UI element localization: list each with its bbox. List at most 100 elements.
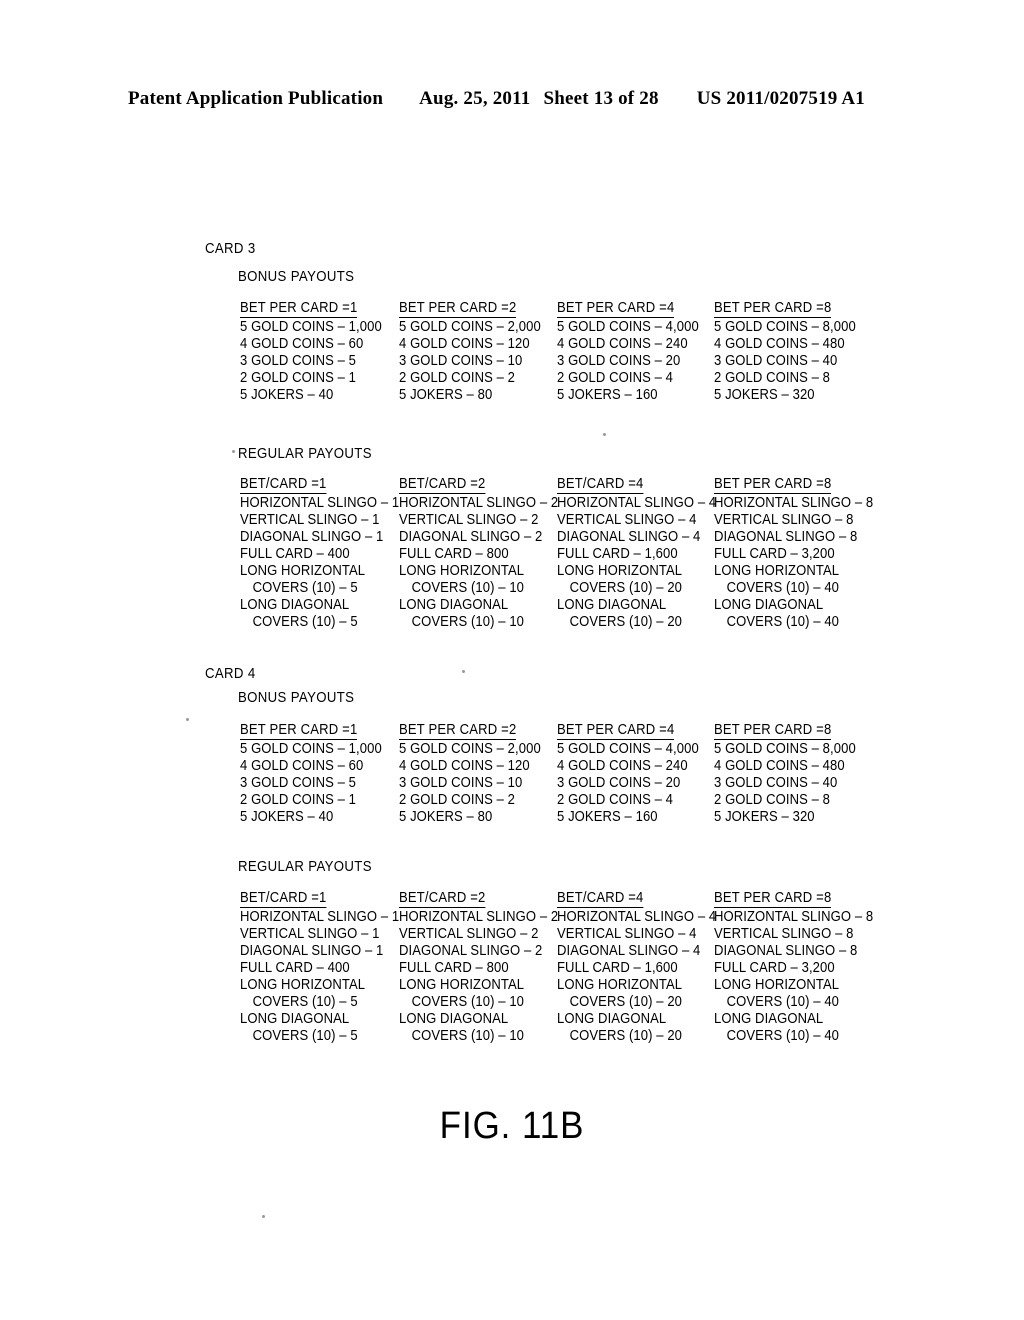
payout-row: VERTICAL SLINGO – 8 bbox=[714, 926, 854, 942]
payout-row: LONG HORIZONTAL bbox=[399, 977, 525, 993]
payout-row: 5 GOLD COINS – 1,000 bbox=[240, 319, 382, 335]
payout-row: DIAGONAL SLINGO – 1 bbox=[240, 943, 384, 959]
column-header: BET PER CARD =8 bbox=[714, 476, 832, 494]
payout-row: 4 GOLD COINS – 120 bbox=[399, 758, 530, 774]
payout-row: 4 GOLD COINS – 480 bbox=[714, 758, 845, 774]
payout-row: 4 GOLD COINS – 120 bbox=[399, 336, 530, 352]
payout-row: VERTICAL SLINGO – 2 bbox=[399, 926, 539, 942]
payout-row: LONG DIAGONAL bbox=[240, 597, 350, 613]
column-header: BET PER CARD =4 bbox=[557, 722, 675, 740]
column-header: BET/CARD =2 bbox=[399, 476, 486, 494]
card-title: CARD 4 bbox=[205, 665, 256, 682]
payout-row: 5 GOLD COINS – 4,000 bbox=[557, 741, 699, 757]
payout-row: VERTICAL SLINGO – 1 bbox=[240, 926, 380, 942]
payout-row: FULL CARD – 1,600 bbox=[557, 546, 678, 562]
paytable-column: BET PER CARD =1 5 GOLD COINS – 1,000 4 G… bbox=[240, 722, 398, 826]
scan-speckle bbox=[232, 450, 235, 453]
payout-row: 3 GOLD COINS – 5 bbox=[240, 353, 357, 369]
payout-row: VERTICAL SLINGO – 4 bbox=[557, 926, 697, 942]
payout-row: 2 GOLD COINS – 8 bbox=[714, 792, 831, 808]
card-title: CARD 3 bbox=[205, 240, 256, 257]
paytable-column: BET/CARD =4 HORIZONTAL SLINGO – 4 VERTIC… bbox=[557, 890, 734, 1045]
payout-row: HORIZONTAL SLINGO – 1 bbox=[240, 495, 400, 511]
payout-row: 4 GOLD COINS – 60 bbox=[240, 758, 364, 774]
payout-row: HORIZONTAL SLINGO – 4 bbox=[557, 909, 717, 925]
paytable-column: BET PER CARD =1 5 GOLD COINS – 1,000 4 G… bbox=[240, 300, 398, 404]
payout-row: LONG DIAGONAL bbox=[399, 597, 509, 613]
payout-row: 3 GOLD COINS – 5 bbox=[240, 775, 357, 791]
payout-row: HORIZONTAL SLINGO – 2 bbox=[399, 495, 559, 511]
column-header: BET/CARD =4 bbox=[557, 890, 644, 908]
payout-row: 2 GOLD COINS – 2 bbox=[399, 792, 516, 808]
payout-row: DIAGONAL SLINGO – 8 bbox=[714, 529, 858, 545]
payout-row: COVERS (10) – 5 bbox=[252, 580, 358, 596]
column-header: BET/CARD =1 bbox=[240, 890, 327, 908]
paytable-column: BET PER CARD =2 5 GOLD COINS – 2,000 4 G… bbox=[399, 300, 557, 404]
payout-row: FULL CARD – 800 bbox=[399, 546, 509, 562]
payout-row: 2 GOLD COINS – 4 bbox=[557, 370, 674, 386]
payout-row: VERTICAL SLINGO – 4 bbox=[557, 512, 697, 528]
payout-row: 3 GOLD COINS – 10 bbox=[399, 353, 523, 369]
payout-row: COVERS (10) – 5 bbox=[252, 994, 358, 1010]
payout-row: 3 GOLD COINS – 40 bbox=[714, 775, 838, 791]
payout-row: COVERS (10) – 10 bbox=[411, 580, 525, 596]
payout-row: DIAGONAL SLINGO – 1 bbox=[240, 529, 384, 545]
payout-row: 5 GOLD COINS – 2,000 bbox=[399, 741, 541, 757]
scan-speckle bbox=[603, 433, 606, 436]
payout-row: FULL CARD – 1,600 bbox=[557, 960, 678, 976]
payout-row: LONG DIAGONAL bbox=[714, 1011, 824, 1027]
payout-row: LONG HORIZONTAL bbox=[240, 563, 366, 579]
payout-row: VERTICAL SLINGO – 1 bbox=[240, 512, 380, 528]
payout-row: 5 JOKERS – 160 bbox=[557, 809, 658, 825]
payout-row: 5 JOKERS – 320 bbox=[714, 809, 815, 825]
payout-row: 5 JOKERS – 40 bbox=[240, 387, 334, 403]
payout-row: LONG DIAGONAL bbox=[557, 1011, 667, 1027]
payout-row: 2 GOLD COINS – 1 bbox=[240, 792, 357, 808]
payout-row: COVERS (10) – 40 bbox=[726, 994, 840, 1010]
payout-row: LONG HORIZONTAL bbox=[557, 563, 683, 579]
payout-row: FULL CARD – 3,200 bbox=[714, 960, 835, 976]
section-title-regular-payouts: REGULAR PAYOUTS bbox=[238, 445, 372, 462]
payout-row: COVERS (10) – 40 bbox=[726, 614, 840, 630]
payout-row: LONG DIAGONAL bbox=[240, 1011, 350, 1027]
payout-row: HORIZONTAL SLINGO – 8 bbox=[714, 495, 874, 511]
payout-row: LONG DIAGONAL bbox=[557, 597, 667, 613]
payout-row: LONG HORIZONTAL bbox=[714, 977, 840, 993]
payout-row: 4 GOLD COINS – 60 bbox=[240, 336, 364, 352]
payout-row: HORIZONTAL SLINGO – 8 bbox=[714, 909, 874, 925]
column-header: BET PER CARD =2 bbox=[399, 722, 517, 740]
paytable-column: BET/CARD =1 HORIZONTAL SLINGO – 1 VERTIC… bbox=[240, 890, 417, 1045]
payout-row: VERTICAL SLINGO – 8 bbox=[714, 512, 854, 528]
payout-row: 4 GOLD COINS – 480 bbox=[714, 336, 845, 352]
figure-caption: FIG. 11B bbox=[439, 1105, 585, 1147]
column-header: BET/CARD =4 bbox=[557, 476, 644, 494]
payout-row: 5 JOKERS – 80 bbox=[399, 387, 493, 403]
column-header: BET PER CARD =4 bbox=[557, 300, 675, 318]
paytable-column: BET/CARD =2 HORIZONTAL SLINGO – 2 VERTIC… bbox=[399, 476, 576, 631]
payout-row: DIAGONAL SLINGO – 8 bbox=[714, 943, 858, 959]
payout-row: 5 JOKERS – 80 bbox=[399, 809, 493, 825]
paytable-column: BET PER CARD =8 5 GOLD COINS – 8,000 4 G… bbox=[714, 722, 872, 826]
payout-row: DIAGONAL SLINGO – 4 bbox=[557, 529, 701, 545]
section-title-bonus-payouts: BONUS PAYOUTS bbox=[238, 689, 355, 706]
paytable-column: BET/CARD =1 HORIZONTAL SLINGO – 1 VERTIC… bbox=[240, 476, 417, 631]
payout-row: LONG HORIZONTAL bbox=[557, 977, 683, 993]
payout-row: 5 GOLD COINS – 1,000 bbox=[240, 741, 382, 757]
payout-row: COVERS (10) – 10 bbox=[411, 614, 525, 630]
paytable-column: BET PER CARD =4 5 GOLD COINS – 4,000 4 G… bbox=[557, 300, 715, 404]
paytable-column: BET/CARD =4 HORIZONTAL SLINGO – 4 VERTIC… bbox=[557, 476, 734, 631]
payout-row: FULL CARD – 400 bbox=[240, 960, 350, 976]
payout-row: COVERS (10) – 10 bbox=[411, 1028, 525, 1044]
paytable-column: BET PER CARD =2 5 GOLD COINS – 2,000 4 G… bbox=[399, 722, 557, 826]
payout-row: LONG HORIZONTAL bbox=[399, 563, 525, 579]
payout-row: DIAGONAL SLINGO – 2 bbox=[399, 943, 543, 959]
column-header: BET PER CARD =1 bbox=[240, 722, 358, 740]
section-title-regular-payouts: REGULAR PAYOUTS bbox=[238, 858, 372, 875]
payout-row: 5 GOLD COINS – 8,000 bbox=[714, 741, 856, 757]
payout-row: COVERS (10) – 20 bbox=[569, 614, 683, 630]
paytable-column: BET PER CARD =8 HORIZONTAL SLINGO – 8 VE… bbox=[714, 890, 891, 1045]
payout-row: LONG DIAGONAL bbox=[714, 597, 824, 613]
payout-row: 5 GOLD COINS – 2,000 bbox=[399, 319, 541, 335]
payout-row: 3 GOLD COINS – 20 bbox=[557, 775, 681, 791]
payout-row: 2 GOLD COINS – 2 bbox=[399, 370, 516, 386]
